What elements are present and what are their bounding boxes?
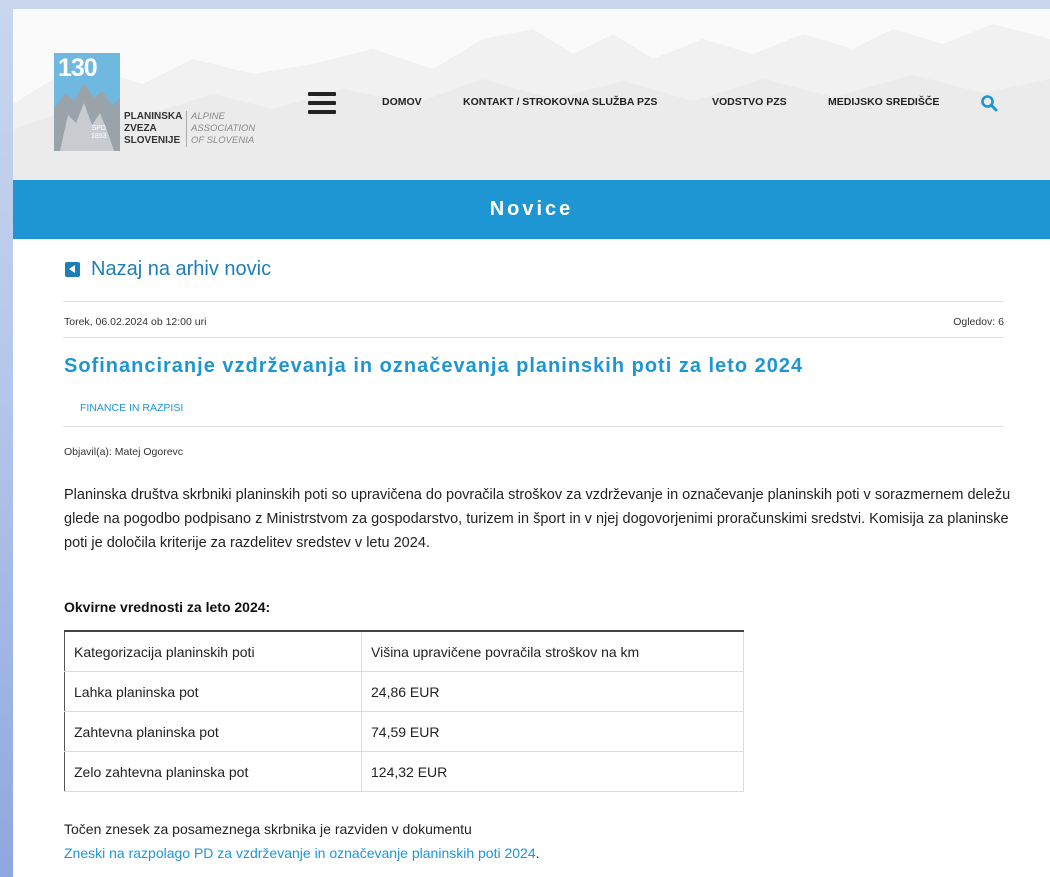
caret-left-icon bbox=[65, 262, 80, 277]
logo-sub-line: OF SLOVENIA bbox=[191, 135, 255, 146]
article-views: Ogledov: 6 bbox=[953, 316, 1004, 328]
logo-sub-line: ALPINE bbox=[191, 111, 225, 122]
table-row: Zahtevna planinska pot 74,59 EUR bbox=[64, 711, 744, 752]
nav-item-kontakt[interactable]: KONTAKT / STROKOVNA SLUŽBA PZS bbox=[463, 96, 657, 108]
nav-item-domov[interactable]: DOMOV bbox=[382, 96, 422, 108]
table-cell: Lahka planinska pot bbox=[64, 671, 362, 712]
hamburger-menu-icon[interactable] bbox=[308, 92, 336, 116]
back-link-label: Nazaj na arhiv novic bbox=[91, 258, 272, 280]
divider bbox=[63, 301, 1004, 302]
logo-name-line: PLANINSKA bbox=[124, 111, 183, 122]
section-banner: Novice bbox=[13, 180, 1050, 239]
table-cell: Zelo zahtevna planinska pot bbox=[64, 751, 362, 792]
logo-name-line: ZVEZA bbox=[124, 123, 157, 134]
table-cell: 74,59 EUR bbox=[361, 711, 744, 752]
table-row: Zelo zahtevna planinska pot 124,32 EUR bbox=[64, 751, 744, 792]
footer-link-line: Zneski na razpolago PD za vzdrževanje in… bbox=[64, 845, 540, 861]
table-cell: Višina upravičene povračila stroškov na … bbox=[361, 630, 744, 672]
search-icon[interactable] bbox=[980, 94, 998, 112]
nav-item-medijsko-sredisce[interactable]: MEDIJSKO SREDIŠČE bbox=[828, 96, 939, 108]
nav-item-vodstvo[interactable]: VODSTVO PZS bbox=[712, 96, 787, 108]
table-cell: Kategorizacija planinskih poti bbox=[64, 630, 362, 672]
category-link[interactable]: FINANCE IN RAZPISI bbox=[80, 402, 183, 414]
article-date: Torek, 06.02.2024 ob 12:00 uri bbox=[64, 316, 207, 328]
article-title: Sofinanciranje vzdrževanja in označevanj… bbox=[64, 355, 804, 377]
article-author: Objavil(a): Matej Ogorevc bbox=[64, 446, 184, 458]
pzs-logo[interactable]: 130 SPD 1893 PLANINSKA ZVEZA SLOVENIJE A… bbox=[54, 53, 294, 163]
logo-name-line: SLOVENIJE bbox=[124, 135, 181, 146]
banner-title: Novice bbox=[489, 198, 574, 220]
logo-spd: SPD 1893 bbox=[91, 125, 107, 141]
logo-name: PLANINSKA ZVEZA SLOVENIJE bbox=[124, 111, 182, 147]
page: 130 SPD 1893 PLANINSKA ZVEZA SLOVENIJE A… bbox=[13, 9, 1050, 877]
values-table: Kategorizacija planinskih poti Višina up… bbox=[64, 630, 744, 792]
logo-subtitle: ALPINE ASSOCIATION OF SLOVENIA bbox=[186, 111, 255, 147]
document-link[interactable]: Zneski na razpolago PD za vzdrževanje in… bbox=[64, 845, 536, 861]
logo-number: 130 bbox=[58, 54, 98, 82]
footer-text: Točen znesek za posameznega skrbnika je … bbox=[64, 821, 472, 837]
table-row: Lahka planinska pot 24,86 EUR bbox=[64, 671, 744, 712]
article-body: Planinska društva skrbniki planinskih po… bbox=[64, 487, 1011, 551]
table-row: Kategorizacija planinskih poti Višina up… bbox=[64, 630, 744, 672]
divider bbox=[63, 426, 1004, 427]
footer-period: . bbox=[535, 845, 540, 861]
table-cell: Zahtevna planinska pot bbox=[64, 711, 362, 752]
logo-spd-year: 1893 bbox=[91, 133, 107, 140]
divider bbox=[63, 337, 1004, 338]
values-subheading: Okvirne vrednosti za leto 2024: bbox=[64, 599, 271, 615]
table-cell: 24,86 EUR bbox=[361, 671, 744, 712]
table-cell: 124,32 EUR bbox=[361, 751, 744, 792]
logo-sub-line: ASSOCIATION bbox=[191, 123, 256, 134]
logo-spd-text: SPD bbox=[91, 125, 106, 132]
logo-emblem: 130 SPD 1893 bbox=[54, 53, 120, 151]
site-header: 130 SPD 1893 PLANINSKA ZVEZA SLOVENIJE A… bbox=[13, 9, 1050, 180]
